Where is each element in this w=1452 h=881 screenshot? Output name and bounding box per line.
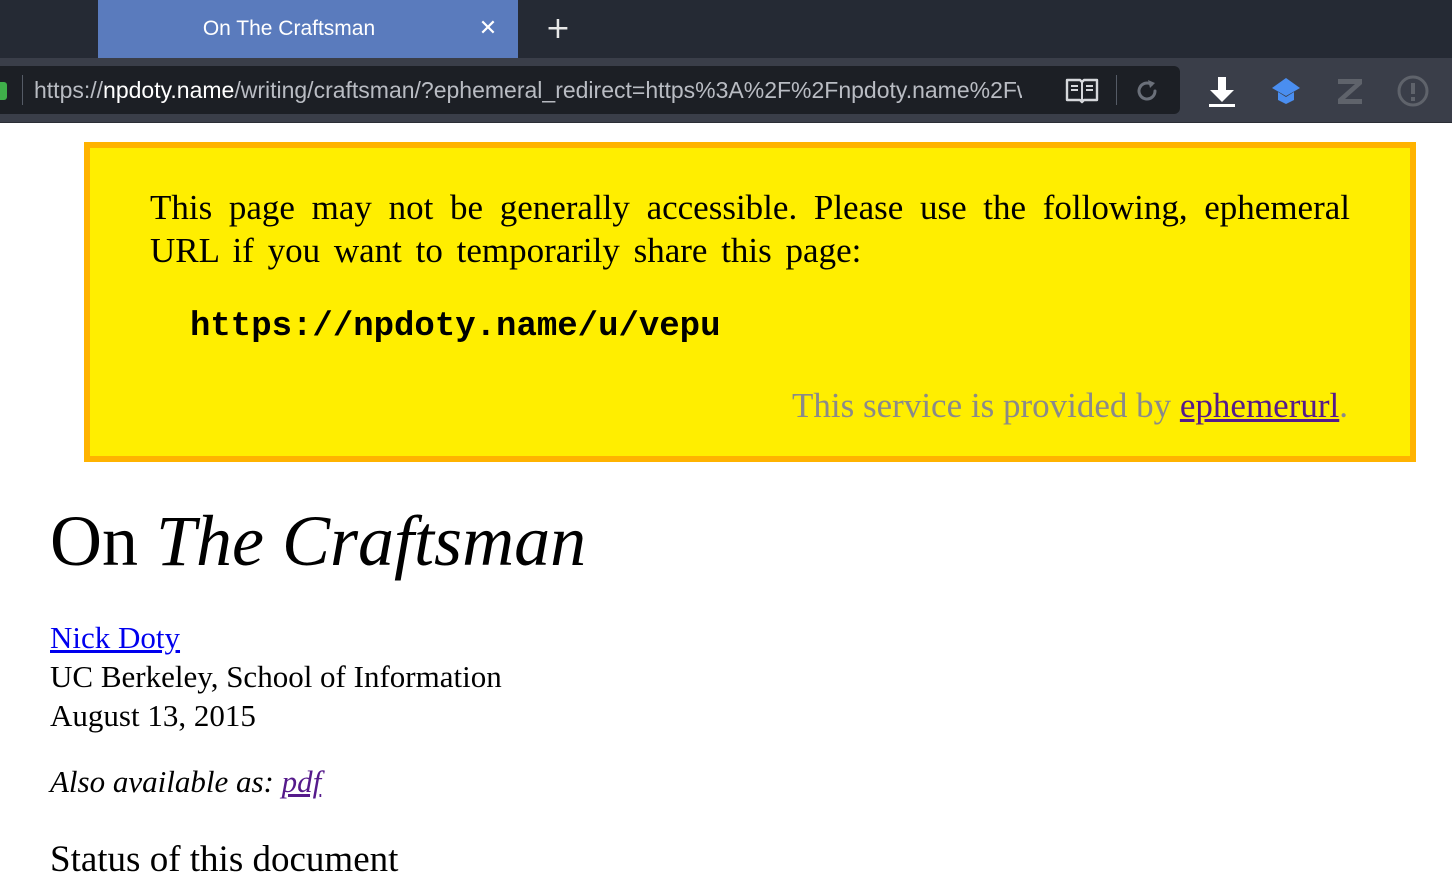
credit-prefix: This service is provided by bbox=[792, 386, 1180, 425]
extension-info-icon[interactable] bbox=[1396, 74, 1430, 108]
url-path: /writing/craftsman/?ephemeral_redirect=h… bbox=[234, 77, 1022, 103]
tab-active[interactable]: On The Craftsman ✕ bbox=[98, 0, 518, 58]
reader-view-icon[interactable] bbox=[1064, 76, 1100, 104]
section-heading-status: Status of this document bbox=[50, 839, 399, 880]
url-host: npdoty.name bbox=[103, 77, 235, 103]
ephemeral-url-notice: This page may not be generally accessibl… bbox=[84, 142, 1416, 462]
reload-icon[interactable] bbox=[1132, 76, 1162, 106]
alternate-formats-label: Also available as: bbox=[50, 764, 282, 799]
credit-suffix: . bbox=[1339, 386, 1348, 425]
publication-date: August 13, 2015 bbox=[50, 698, 256, 733]
url-text[interactable]: https://npdoty.name/writing/craftsman/?e… bbox=[34, 66, 1022, 114]
address-bar[interactable]: https://npdoty.name/writing/craftsman/?e… bbox=[0, 66, 1180, 114]
notice-message: This page may not be generally accessibl… bbox=[150, 188, 1350, 270]
ephemeral-url: https://npdoty.name/u/vepu bbox=[190, 308, 721, 346]
address-bar-divider bbox=[22, 75, 23, 105]
page-title: On The Craftsman bbox=[50, 500, 586, 583]
author-link[interactable]: Nick Doty bbox=[50, 620, 180, 655]
tab-title: On The Craftsman bbox=[202, 17, 376, 40]
affiliation: UC Berkeley, School of Information bbox=[50, 659, 502, 694]
byline: Nick Doty UC Berkeley, School of Informa… bbox=[50, 618, 502, 735]
tab-strip: On The Craftsman ✕ + bbox=[0, 0, 1452, 58]
notice-credit: This service is provided by ephemerurl. bbox=[792, 386, 1348, 426]
url-scheme: https:// bbox=[34, 77, 104, 103]
extension-z-icon[interactable] bbox=[1333, 74, 1367, 108]
pdf-link[interactable]: pdf bbox=[282, 764, 322, 799]
address-bar-divider bbox=[1116, 75, 1117, 105]
alternate-formats: Also available as: pdf bbox=[50, 764, 321, 800]
download-icon[interactable] bbox=[1205, 74, 1239, 108]
secure-lock-icon[interactable] bbox=[0, 82, 7, 100]
new-tab-button[interactable]: + bbox=[541, 12, 575, 46]
navigation-toolbar: https://npdoty.name/writing/craftsman/?e… bbox=[0, 58, 1452, 123]
extension-blue-icon[interactable] bbox=[1269, 74, 1303, 108]
ephemerurl-link[interactable]: ephemerurl bbox=[1180, 386, 1339, 425]
title-book-name: The Craftsman bbox=[156, 501, 587, 581]
title-prefix: On bbox=[50, 501, 156, 581]
tab-close-icon[interactable]: ✕ bbox=[476, 13, 500, 45]
